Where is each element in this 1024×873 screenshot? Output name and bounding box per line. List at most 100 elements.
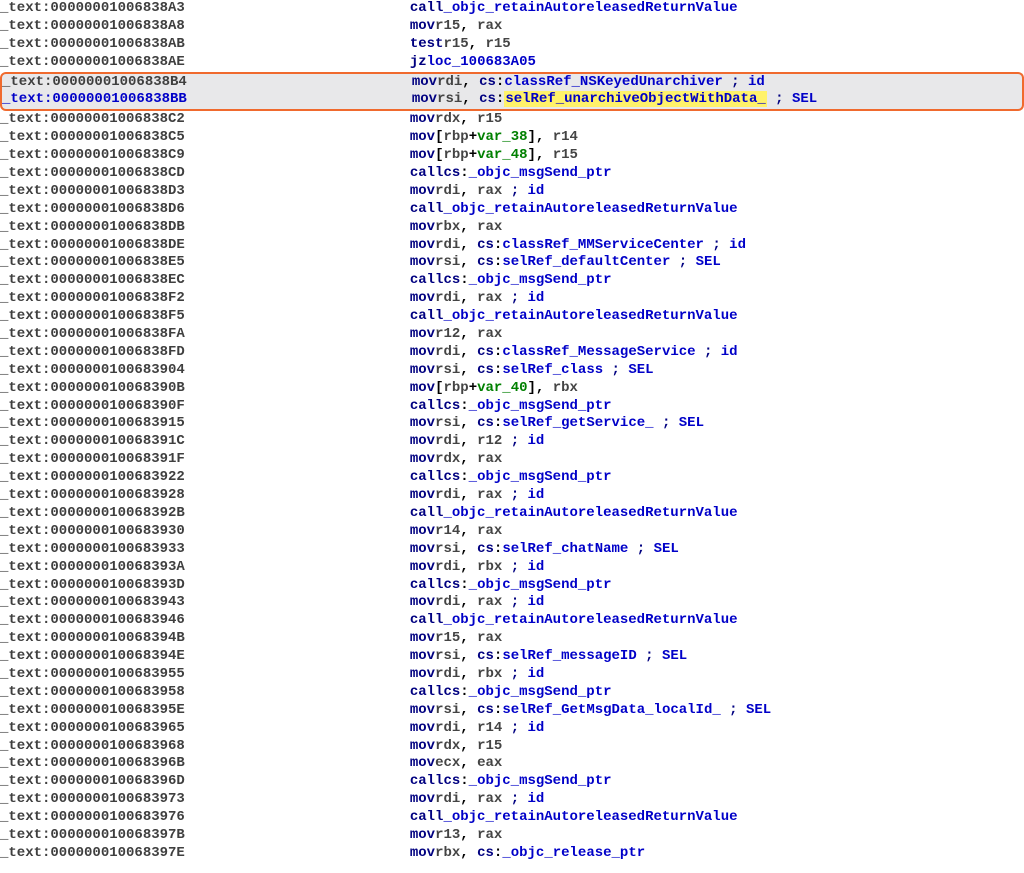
mnemonic-col: mov [225,219,435,237]
disassembly-row[interactable]: _text:0000000100683928 movrdi, rax ; id [0,487,1024,505]
disassembly-row[interactable]: _text:000000010068397B movr13, rax [0,827,1024,845]
address-label: _text:00000001006838F5 [0,308,225,326]
disassembly-row[interactable]: _text:0000000100683933 movrsi, cs:selRef… [0,541,1024,559]
mnemonic: mov [410,666,435,682]
disassembly-row[interactable]: _text:00000001006838C2 movrdx, r15 [0,111,1024,129]
disassembly-row[interactable]: _text:0000000100683976 call_objc_retainA… [0,809,1024,827]
disassembly-row[interactable]: _text:00000001006838D3 movrdi, rax ; id [0,183,1024,201]
mnemonic: mov [410,487,435,503]
operands: rdi, cs:classRef_MessageService ; id [435,344,738,362]
disassembly-row[interactable]: _text:00000001006838AE jzloc_100683A05 [0,54,1024,72]
address-label: _text:00000001006838D3 [0,183,225,201]
mnemonic-col: mov [225,666,435,684]
mnemonic-col: call [225,505,443,523]
disassembly-row[interactable]: _text:00000001006838AB testr15, r15 [0,36,1024,54]
mnemonic-col: mov [225,755,435,773]
disassembly-row[interactable]: _text:0000000100683968 movrdx, r15 [0,738,1024,756]
address-label: _text:000000010068394B [0,630,225,648]
address-label: _text:00000001006838DB [0,219,225,237]
disassembly-row[interactable]: _text:00000001006838F5 call_objc_retainA… [0,308,1024,326]
operands: _objc_retainAutoreleasedReturnValue [443,505,737,523]
disassembly-row[interactable]: _text:0000000100683965 movrdi, r14 ; id [0,720,1024,738]
disassembly-row[interactable]: _text:00000001006838FA movr12, rax [0,326,1024,344]
disassembly-row[interactable]: _text:000000010068393D callcs:_objc_msgS… [0,577,1024,595]
disassembly-row[interactable]: _text:000000010068391F movrdx, rax [0,451,1024,469]
disassembly-row[interactable]: _text:000000010068395E movrsi, cs:selRef… [0,702,1024,720]
disassembly-row[interactable]: _text:000000010068396D callcs:_objc_msgS… [0,773,1024,791]
disassembly-row-current[interactable]: _text:00000001006838BB movrsi, cs:selRef… [0,91,1024,111]
operands: rdx, r15 [435,738,502,756]
disassembly-row[interactable]: _text:0000000100683922 callcs:_objc_msgS… [0,469,1024,487]
operands: cs:_objc_msgSend_ptr [443,272,611,290]
disassembly-row[interactable]: _text:00000001006838DE movrdi, cs:classR… [0,237,1024,255]
address-label: _text:0000000100683946 [0,612,225,630]
mnemonic-col: call [225,398,443,416]
address-label: _text:00000001006838AB [0,36,225,54]
address-label: _text:0000000100683965 [0,720,225,738]
operands: r15, r15 [443,36,510,54]
operands: rdi, rax ; id [435,487,544,505]
operands: cs:_objc_msgSend_ptr [443,577,611,595]
disassembly-row[interactable]: _text:000000010068394E movrsi, cs:selRef… [0,648,1024,666]
address-label: _text:00000001006838FA [0,326,225,344]
address-label: _text:000000010068396D [0,773,225,791]
mnemonic: call [410,308,444,324]
mnemonic: mov [410,415,435,431]
address-label: _text:00000001006838A3 [0,0,225,18]
mnemonic-col: call [225,612,443,630]
disassembly-row[interactable]: _text:0000000100683955 movrdi, rbx ; id [0,666,1024,684]
disassembly-row[interactable]: _text:000000010068394B movr15, rax [0,630,1024,648]
disassembly-row[interactable]: _text:0000000100683915 movrsi, cs:selRef… [0,415,1024,433]
disassembly-row[interactable]: _text:00000001006838FD movrdi, cs:classR… [0,344,1024,362]
operands: rsi, cs:selRef_unarchiveObjectWithData_ … [437,91,817,109]
disassembly-row[interactable]: _text:00000001006838A8 movr15, rax [0,18,1024,36]
disassembly-row[interactable]: _text:0000000100683904 movrsi, cs:selRef… [0,362,1024,380]
address-label: _text:00000001006838DE [0,237,225,255]
disassembly-row[interactable]: _text:00000001006838C5 mov[rbp+var_38], … [0,129,1024,147]
mnemonic-col: mov [227,91,437,109]
disassembly-row[interactable]: _text:000000010068390F callcs:_objc_msgS… [0,398,1024,416]
disassembly-row[interactable]: _text:00000001006838B4 movrdi, cs:classR… [0,72,1024,92]
disassembly-row[interactable]: _text:000000010068392B call_objc_retainA… [0,505,1024,523]
disassembly-row[interactable]: _text:00000001006838CD callcs:_objc_msgS… [0,165,1024,183]
disassembly-row[interactable]: _text:0000000100683973 movrdi, rax ; id [0,791,1024,809]
operands: rsi, cs:selRef_defaultCenter ; SEL [435,254,721,272]
disassembly-row[interactable]: _text:00000001006838C9 mov[rbp+var_48], … [0,147,1024,165]
operands: r14, rax [435,523,502,541]
mnemonic-col: call [225,165,443,183]
disassembly-row[interactable]: _text:000000010068391C movrdi, r12 ; id [0,433,1024,451]
address-label: _text:00000001006838B4 [2,74,227,92]
disassembly-row[interactable]: _text:000000010068396B movecx, eax [0,755,1024,773]
mnemonic: mov [410,183,435,199]
operands: rdx, rax [435,451,502,469]
mnemonic-col: call [225,201,443,219]
disassembly-row[interactable]: _text:000000010068390B mov[rbp+var_40], … [0,380,1024,398]
disassembly-row[interactable]: _text:0000000100683946 call_objc_retainA… [0,612,1024,630]
disassembly-row[interactable]: _text:000000010068397E movrbx, cs:_objc_… [0,845,1024,863]
disassembly-row[interactable]: _text:0000000100683958 callcs:_objc_msgS… [0,684,1024,702]
mnemonic-col: mov [225,827,435,845]
disassembly-row[interactable]: _text:0000000100683930 movr14, rax [0,523,1024,541]
disassembly-row[interactable]: _text:00000001006838D6 call_objc_retainA… [0,201,1024,219]
operands: rdi, r14 ; id [435,720,544,738]
mnemonic: mov [410,344,435,360]
mnemonic-col: mov [225,183,435,201]
address-label: _text:000000010068392B [0,505,225,523]
mnemonic: mov [410,720,435,736]
operands: rdi, rax ; id [435,594,544,612]
disassembly-row[interactable]: _text:00000001006838F2 movrdi, rax ; id [0,290,1024,308]
address-label: _text:0000000100683915 [0,415,225,433]
address-label: _text:000000010068397E [0,845,225,863]
mnemonic-col: mov [225,18,435,36]
mnemonic-col: call [225,773,443,791]
disassembly-row[interactable]: _text:00000001006838A3 call_objc_retainA… [0,0,1024,18]
disassembly-row[interactable]: _text:0000000100683943 movrdi, rax ; id [0,594,1024,612]
mnemonic: mov [410,791,435,807]
disassembly-row[interactable]: _text:000000010068393A movrdi, rbx ; id [0,559,1024,577]
address-label: _text:000000010068395E [0,702,225,720]
disassembly-row[interactable]: _text:00000001006838EC callcs:_objc_msgS… [0,272,1024,290]
disassembly-row[interactable]: _text:00000001006838E5 movrsi, cs:selRef… [0,254,1024,272]
mnemonic-col: mov [225,129,435,147]
disassembly-row[interactable]: _text:00000001006838DB movrbx, rax [0,219,1024,237]
operands: rdi, rbx ; id [435,666,544,684]
